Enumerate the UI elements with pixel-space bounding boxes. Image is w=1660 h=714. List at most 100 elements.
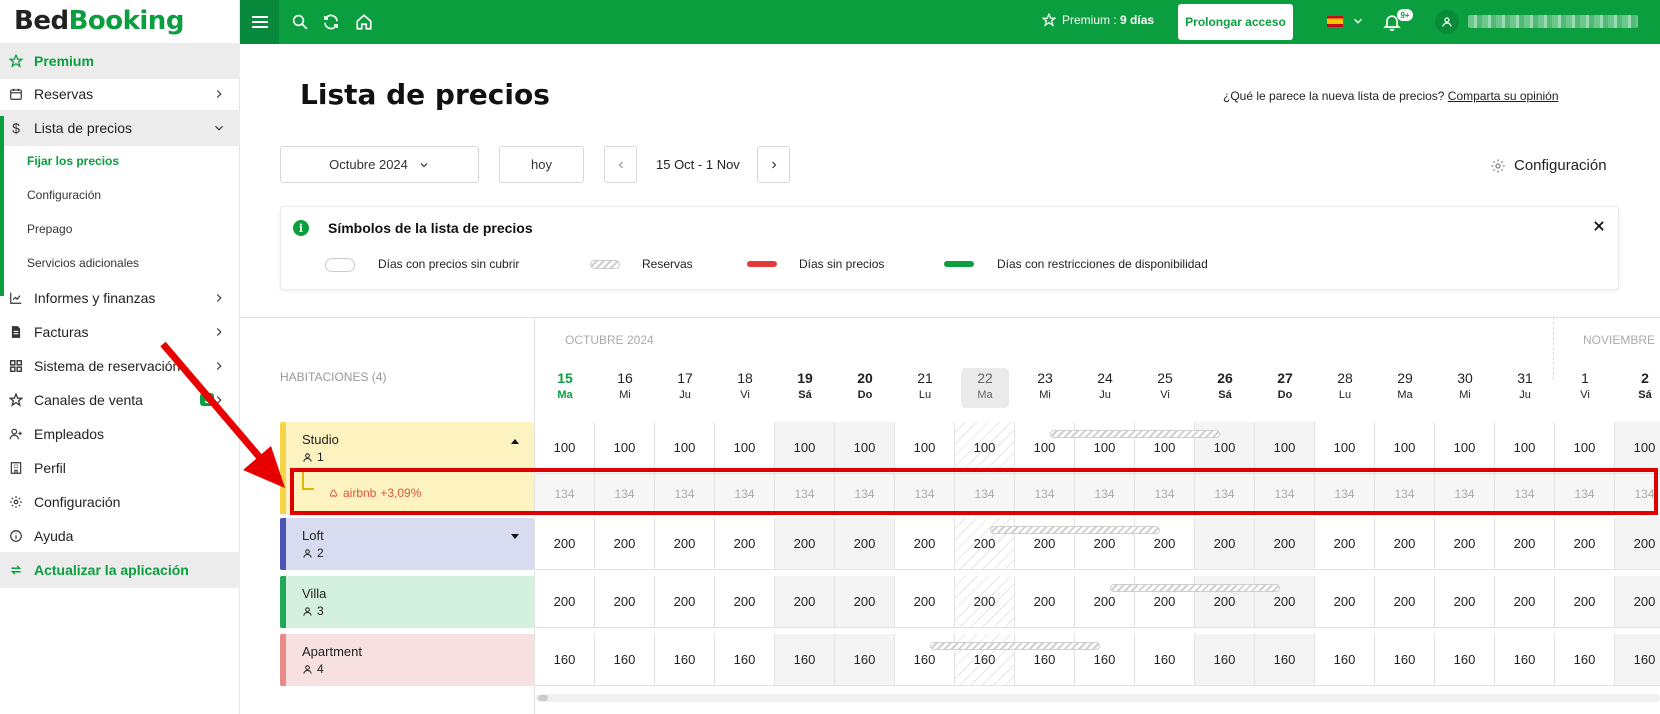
prolong-access-button[interactable]: Prolongar acceso bbox=[1178, 4, 1293, 40]
price-cell[interactable]: 100 bbox=[595, 422, 655, 474]
price-cell[interactable]: 160 bbox=[1615, 634, 1660, 686]
sidebar-item-ayuda[interactable]: Ayuda bbox=[0, 518, 240, 554]
subitem-configuracion[interactable]: Configuración bbox=[0, 177, 240, 213]
search-icon[interactable] bbox=[291, 13, 309, 31]
sidebar-item-premium[interactable]: Premium bbox=[0, 43, 240, 79]
room-villa[interactable]: Villa 3 bbox=[280, 576, 534, 628]
prev-range-button[interactable] bbox=[604, 146, 637, 183]
price-cell[interactable]: 200 bbox=[1375, 518, 1435, 570]
price-cell[interactable]: 200 bbox=[535, 518, 595, 570]
price-cell[interactable]: 160 bbox=[1195, 634, 1255, 686]
reservation-bar[interactable] bbox=[990, 526, 1160, 534]
price-cell[interactable]: 200 bbox=[835, 518, 895, 570]
price-cell[interactable]: 200 bbox=[955, 576, 1015, 628]
price-cell[interactable]: 200 bbox=[1195, 518, 1255, 570]
price-cell[interactable]: 200 bbox=[1315, 518, 1375, 570]
price-cell[interactable]: 200 bbox=[1615, 518, 1660, 570]
chevron-down-icon[interactable] bbox=[1351, 14, 1365, 28]
price-cell[interactable]: 160 bbox=[655, 634, 715, 686]
price-cell[interactable]: 160 bbox=[1255, 634, 1315, 686]
sidebar-item-perfil[interactable]: Perfil bbox=[0, 450, 240, 486]
price-cell[interactable]: 160 bbox=[595, 634, 655, 686]
price-cell[interactable]: 160 bbox=[775, 634, 835, 686]
price-cell[interactable]: 200 bbox=[595, 576, 655, 628]
subitem-fijar-precios[interactable]: Fijar los precios bbox=[0, 143, 240, 179]
subitem-prepago[interactable]: Prepago bbox=[0, 211, 240, 247]
sidebar-item-lista-de-precios[interactable]: $ Lista de precios bbox=[0, 110, 240, 146]
price-cell[interactable]: 200 bbox=[1495, 576, 1555, 628]
blurred-username[interactable] bbox=[1468, 15, 1638, 28]
price-cell[interactable]: 200 bbox=[775, 576, 835, 628]
price-cell[interactable]: 100 bbox=[1495, 422, 1555, 474]
price-cell[interactable]: 100 bbox=[955, 422, 1015, 474]
price-cell[interactable]: 200 bbox=[655, 576, 715, 628]
price-cell[interactable]: 160 bbox=[1315, 634, 1375, 686]
price-cell[interactable]: 200 bbox=[1315, 576, 1375, 628]
price-cell[interactable]: 160 bbox=[1495, 634, 1555, 686]
price-cell[interactable]: 200 bbox=[775, 518, 835, 570]
price-cell[interactable]: 200 bbox=[1435, 518, 1495, 570]
price-cell[interactable]: 100 bbox=[715, 422, 775, 474]
price-cell[interactable]: 200 bbox=[1375, 576, 1435, 628]
refresh-icon[interactable] bbox=[322, 13, 340, 31]
reservation-bar[interactable] bbox=[1110, 584, 1280, 592]
price-cell[interactable]: 200 bbox=[1555, 518, 1615, 570]
price-cell[interactable]: 100 bbox=[775, 422, 835, 474]
price-cell[interactable]: 200 bbox=[1495, 518, 1555, 570]
price-cell[interactable]: 200 bbox=[1015, 576, 1075, 628]
price-cell[interactable]: 160 bbox=[715, 634, 775, 686]
price-cell[interactable]: 200 bbox=[595, 518, 655, 570]
close-icon[interactable] bbox=[1592, 219, 1606, 233]
price-cell[interactable]: 200 bbox=[1555, 576, 1615, 628]
price-cell[interactable]: 160 bbox=[835, 634, 895, 686]
feedback-link[interactable]: Comparta su opinión bbox=[1448, 89, 1559, 103]
price-cell[interactable]: 200 bbox=[835, 576, 895, 628]
price-cell[interactable]: 200 bbox=[1435, 576, 1495, 628]
price-cell[interactable]: 200 bbox=[895, 518, 955, 570]
room-apartment[interactable]: Apartment 4 bbox=[280, 634, 534, 686]
logo[interactable]: BedBooking bbox=[14, 6, 184, 36]
configuration-button[interactable]: Configuración bbox=[1490, 157, 1607, 174]
horizontal-scrollbar[interactable] bbox=[536, 694, 1660, 702]
price-cell[interactable]: 200 bbox=[1255, 518, 1315, 570]
today-button[interactable]: hoy bbox=[499, 146, 584, 183]
price-cell[interactable]: 100 bbox=[1615, 422, 1660, 474]
subitem-servicios-adicionales[interactable]: Servicios adicionales bbox=[0, 245, 240, 281]
price-cell[interactable]: 160 bbox=[1555, 634, 1615, 686]
room-loft[interactable]: Loft 2 bbox=[280, 518, 534, 570]
room-studio[interactable]: Studio 1 bbox=[280, 422, 534, 474]
price-cell[interactable]: 160 bbox=[1375, 634, 1435, 686]
scrollbar-thumb[interactable] bbox=[538, 695, 548, 701]
price-cell[interactable]: 200 bbox=[535, 576, 595, 628]
price-cell[interactable]: 100 bbox=[1435, 422, 1495, 474]
reservation-bar[interactable] bbox=[1050, 430, 1220, 438]
sidebar-item-facturas[interactable]: Facturas bbox=[0, 314, 240, 350]
sidebar-item-canales-venta[interactable]: Canales de venta 3 bbox=[0, 382, 240, 418]
month-select[interactable]: Octubre 2024 bbox=[280, 146, 479, 183]
sidebar-item-configuracion[interactable]: Configuración bbox=[0, 484, 240, 520]
price-cell[interactable]: 160 bbox=[1435, 634, 1495, 686]
expand-icon[interactable] bbox=[510, 532, 520, 542]
price-cell[interactable]: 100 bbox=[1555, 422, 1615, 474]
price-cell[interactable]: 100 bbox=[835, 422, 895, 474]
next-range-button[interactable] bbox=[757, 146, 790, 183]
price-cell[interactable]: 200 bbox=[715, 576, 775, 628]
price-cell[interactable]: 100 bbox=[535, 422, 595, 474]
price-cell[interactable]: 100 bbox=[1315, 422, 1375, 474]
price-cell[interactable]: 160 bbox=[535, 634, 595, 686]
home-icon[interactable] bbox=[355, 13, 373, 31]
price-cell[interactable]: 200 bbox=[715, 518, 775, 570]
sidebar-item-informes[interactable]: Informes y finanzas bbox=[0, 280, 240, 316]
collapse-icon[interactable] bbox=[510, 436, 520, 446]
price-cell[interactable]: 200 bbox=[1615, 576, 1660, 628]
price-cell[interactable]: 160 bbox=[1135, 634, 1195, 686]
sidebar-item-empleados[interactable]: Empleados bbox=[0, 416, 240, 452]
menu-button[interactable] bbox=[240, 0, 279, 44]
sidebar-item-reservas[interactable]: Reservas bbox=[0, 76, 240, 112]
price-cell[interactable]: 200 bbox=[895, 576, 955, 628]
sidebar-item-actualizar[interactable]: Actualizar la aplicación bbox=[0, 552, 240, 588]
price-cell[interactable]: 100 bbox=[1255, 422, 1315, 474]
price-cell[interactable]: 100 bbox=[1375, 422, 1435, 474]
avatar[interactable] bbox=[1435, 10, 1459, 34]
price-cell[interactable]: 200 bbox=[655, 518, 715, 570]
